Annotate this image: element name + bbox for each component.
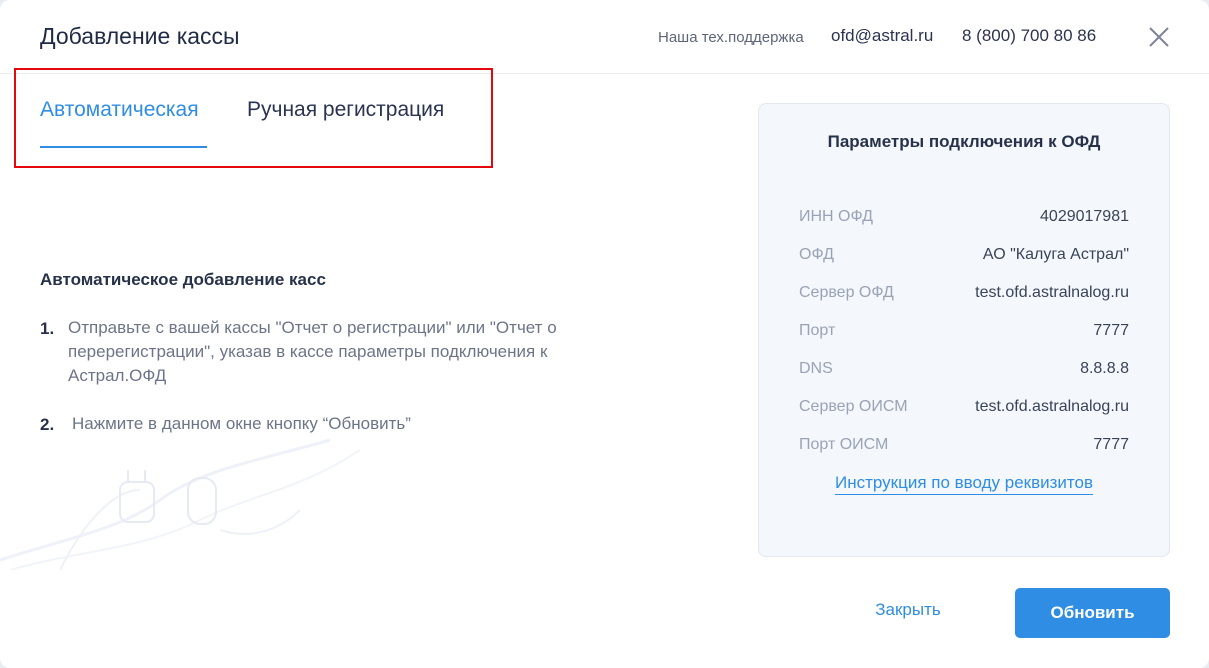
step-line: Отправьте с вашей кассы "Отчет о регистр… (68, 318, 557, 337)
connection-params-panel: Параметры подключения к ОФД ИНН ОФД 4029… (758, 103, 1170, 557)
param-label: Порт (799, 322, 836, 339)
param-row-dns: DNS 8.8.8.8 (799, 360, 1129, 382)
param-value: test.ofd.astralnalog.ru (975, 284, 1129, 301)
step-line: перерегистрации", указав в кассе парамет… (68, 342, 548, 361)
plug-illustration (0, 438, 361, 570)
add-cashbox-dialog: Добавление кассы Наша тех.поддержка ofd@… (0, 0, 1209, 668)
step-number: 1. (40, 319, 55, 338)
param-row-ofd-server: Сервер ОФД test.ofd.astralnalog.ru (799, 284, 1129, 306)
step-text: Отправьте с вашей кассы "Отчет о регистр… (68, 316, 557, 388)
step-text: Нажмите в данном окне кнопку “Обновить” (72, 412, 411, 436)
param-label: ИНН ОФД (799, 208, 873, 225)
param-row-port: Порт 7777 (799, 322, 1129, 344)
param-value: 7777 (1093, 436, 1129, 453)
dialog-title: Добавление кассы (40, 23, 240, 49)
instructions-link-text[interactable]: Инструкция по вводу реквизитов (835, 473, 1093, 495)
param-row-oism-port: Порт ОИСМ 7777 (799, 436, 1129, 458)
support-email: ofd@astral.ru (831, 26, 934, 45)
param-value: 4029017981 (1040, 208, 1129, 225)
param-row-oism-server: Сервер ОИСМ test.ofd.astralnalog.ru (799, 398, 1129, 420)
dialog-header: Добавление кассы Наша тех.поддержка ofd@… (0, 0, 1209, 74)
param-value: test.ofd.astralnalog.ru (975, 398, 1129, 415)
instructions-heading: Автоматическое добавление касс (40, 270, 326, 289)
step-number: 2. (40, 415, 55, 434)
active-tab-underline (40, 146, 207, 148)
param-value: 8.8.8.8 (1080, 360, 1129, 377)
param-label: Порт ОИСМ (799, 436, 889, 453)
param-label: DNS (799, 360, 833, 377)
instructions-link[interactable]: Инструкция по вводу реквизитов (759, 473, 1169, 495)
tab-manual-registration[interactable]: Ручная регистрация (247, 98, 444, 122)
param-row-ofd: ОФД АО "Калуга Астрал" (799, 246, 1129, 268)
close-button[interactable]: Закрыть (858, 600, 958, 626)
param-value: 7777 (1093, 322, 1129, 339)
param-label: Сервер ОИСМ (799, 398, 908, 415)
support-label: Наша тех.поддержка (658, 29, 804, 46)
param-value: АО "Калуга Астрал" (982, 246, 1129, 263)
params-title: Параметры подключения к ОФД (827, 132, 1101, 151)
param-label: ОФД (799, 246, 834, 263)
param-row-inn: ИНН ОФД 4029017981 (799, 208, 1129, 230)
support-phone: 8 (800) 700 80 86 (962, 26, 1097, 45)
param-label: Сервер ОФД (799, 284, 894, 301)
refresh-button[interactable]: Обновить (1015, 588, 1170, 638)
step-line: Астрал.ОФД (68, 366, 167, 385)
step-line: Нажмите в данном окне кнопку “Обновить” (72, 414, 411, 433)
tab-automatic[interactable]: Автоматическая (40, 98, 199, 122)
close-icon[interactable] (1146, 24, 1172, 50)
